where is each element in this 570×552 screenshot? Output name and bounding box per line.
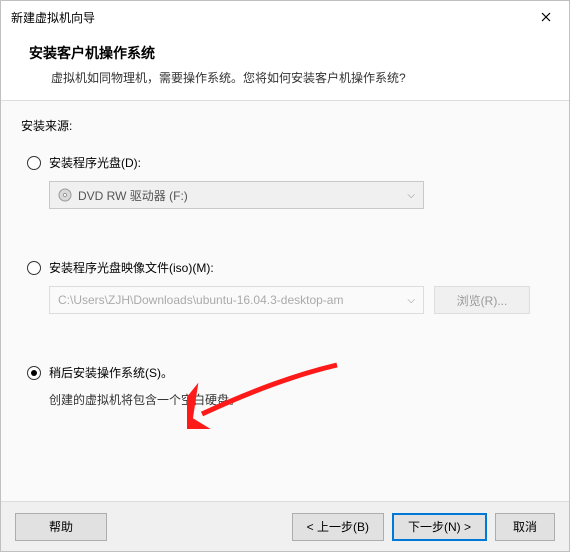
wizard-dialog: 新建虚拟机向导 安装客户机操作系统 虚拟机如同物理机，需要操作系统。您将如何安装… [0,0,570,552]
radio-later[interactable]: 稍后安装操作系统(S)。 [21,364,549,381]
radio-disc[interactable]: 安装程序光盘(D): [21,154,549,171]
later-hint: 创建的虚拟机将包含一个空白硬盘。 [49,391,549,408]
back-button[interactable]: < 上一步(B) [292,513,384,541]
option-later-group: 稍后安装操作系统(S)。 创建的虚拟机将包含一个空白硬盘。 [21,364,549,408]
radio-disc-label: 安装程序光盘(D): [49,154,141,171]
cancel-button[interactable]: 取消 [495,513,555,541]
radio-iso-label: 安装程序光盘映像文件(iso)(M): [49,259,214,276]
disc-dropdown-text: DVD RW 驱动器 (F:) [78,187,188,204]
header-subtitle: 虚拟机如同物理机，需要操作系统。您将如何安装客户机操作系统? [29,69,549,86]
disc-dropdown[interactable]: DVD RW 驱动器 (F:) ⌵ [49,181,424,209]
radio-later-label: 稍后安装操作系统(S)。 [49,364,173,381]
next-button[interactable]: 下一步(N) > [392,513,487,541]
titlebar: 新建虚拟机向导 [1,1,569,33]
source-label: 安装来源: [21,117,549,134]
option-iso-group: 安装程序光盘映像文件(iso)(M): C:\Users\ZJH\Downloa… [21,259,549,314]
browse-button[interactable]: 浏览(R)... [434,286,530,314]
iso-path-value: C:\Users\ZJH\Downloads\ubuntu-16.04.3-de… [58,293,343,307]
iso-path-input[interactable]: C:\Users\ZJH\Downloads\ubuntu-16.04.3-de… [49,286,424,314]
window-title: 新建虚拟机向导 [11,9,523,26]
wizard-header: 安装客户机操作系统 虚拟机如同物理机，需要操作系统。您将如何安装客户机操作系统? [1,33,569,101]
radio-icon [27,156,41,170]
radio-icon [27,366,41,380]
header-title: 安装客户机操作系统 [29,43,549,63]
radio-icon [27,261,41,275]
close-button[interactable] [523,1,569,33]
chevron-down-icon: ⌵ [407,295,415,306]
option-disc-group: 安装程序光盘(D): DVD RW 驱动器 (F:) ⌵ [21,154,549,209]
chevron-down-icon: ⌵ [407,190,415,201]
close-icon [541,12,551,22]
radio-iso[interactable]: 安装程序光盘映像文件(iso)(M): [21,259,549,276]
help-button[interactable]: 帮助 [15,513,107,541]
wizard-footer: 帮助 < 上一步(B) 下一步(N) > 取消 [1,501,569,551]
wizard-body: 安装来源: 安装程序光盘(D): DVD RW 驱动器 (F:) ⌵ 安装程序光… [1,101,569,501]
disc-icon [58,188,72,202]
